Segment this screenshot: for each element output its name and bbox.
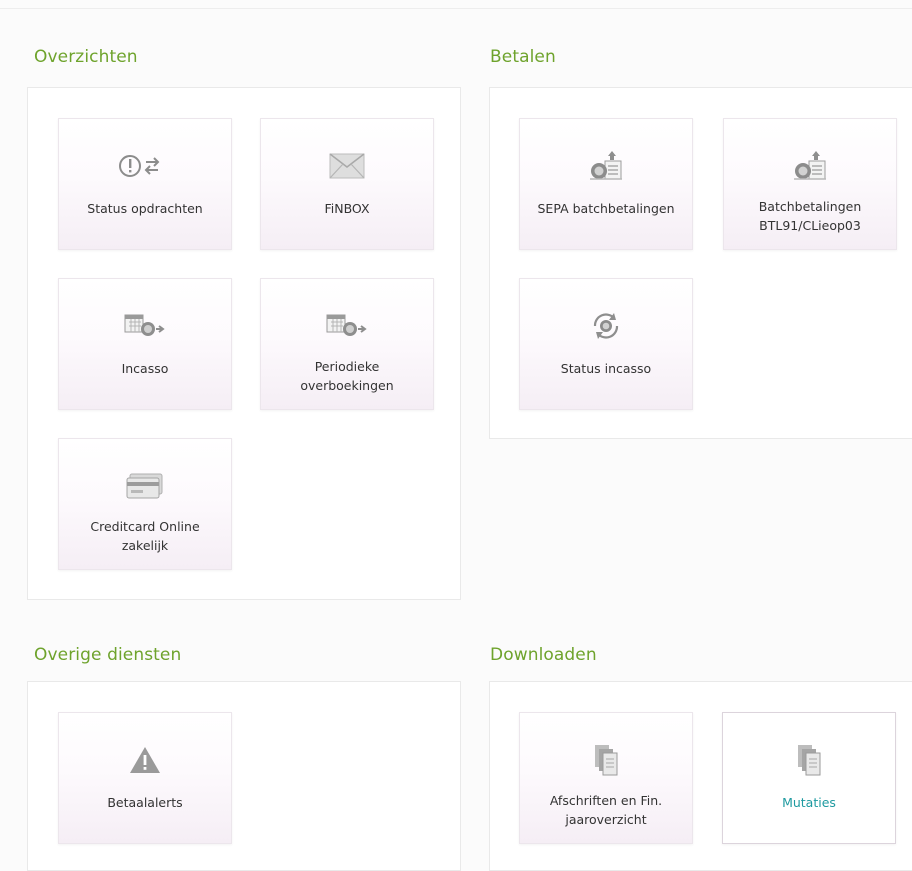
tile-incasso[interactable]: Incasso — [58, 278, 232, 410]
tile-label: Incasso — [121, 361, 169, 376]
status-exclaim-arrows-icon — [59, 149, 231, 183]
tile-status-opdrachten[interactable]: Status opdrachten — [58, 118, 232, 250]
tile-status-incasso[interactable]: Status incasso — [519, 278, 693, 410]
calendar-coin-arrow-icon — [59, 309, 231, 343]
credit-card-icon — [59, 469, 231, 503]
tile-label: FiNBOX — [324, 201, 370, 216]
tile-label: Status opdrachten — [87, 201, 203, 216]
calendar-coin-arrow-icon — [261, 309, 433, 343]
section-title-betalen: Betalen — [490, 47, 556, 67]
tile-label: Batchbetalingen BTL91/CLieop03 — [758, 199, 862, 233]
documents-stack-icon — [520, 743, 692, 777]
panel-overzichten: Status opdrachten FiNBOX Incasso Periodi… — [27, 87, 461, 600]
warning-triangle-icon — [59, 743, 231, 777]
coin-cycle-icon — [520, 309, 692, 343]
panel-downloaden: Afschriften en Fin. jaaroverzicht Mutati… — [489, 681, 912, 871]
coin-document-upload-icon — [520, 149, 692, 183]
tile-label: Periodieke overboekingen — [300, 359, 394, 393]
tile-creditcard-online[interactable]: Creditcard Online zakelijk — [58, 438, 232, 570]
tile-finbox[interactable]: FiNBOX — [260, 118, 434, 250]
envelope-icon — [261, 149, 433, 183]
top-divider — [0, 8, 912, 9]
tile-label: Creditcard Online zakelijk — [90, 519, 200, 553]
tile-betaalalerts[interactable]: Betaalalerts — [58, 712, 232, 844]
tile-afschriften-jaaroverzicht[interactable]: Afschriften en Fin. jaaroverzicht — [519, 712, 693, 844]
tile-label: Mutaties — [782, 795, 836, 810]
section-title-downloaden: Downloaden — [490, 645, 597, 665]
coin-document-upload-icon — [724, 149, 896, 183]
section-title-overige-diensten: Overige diensten — [34, 645, 182, 665]
tile-label: Status incasso — [560, 361, 652, 376]
documents-stack-icon — [723, 743, 895, 777]
tile-label: Betaalalerts — [107, 795, 183, 810]
tile-mutaties[interactable]: Mutaties — [722, 712, 896, 844]
panel-betalen: SEPA batchbetalingen Batchbetalingen BTL… — [489, 87, 912, 439]
tile-sepa-batchbetalingen[interactable]: SEPA batchbetalingen — [519, 118, 693, 250]
tile-periodieke-overboekingen[interactable]: Periodieke overboekingen — [260, 278, 434, 410]
section-title-overzichten: Overzichten — [34, 47, 138, 67]
panel-overige-diensten: Betaalalerts — [27, 681, 461, 871]
tile-batchbetalingen-btl91[interactable]: Batchbetalingen BTL91/CLieop03 — [723, 118, 897, 250]
tile-label: SEPA batchbetalingen — [537, 201, 675, 216]
tile-label: Afschriften en Fin. jaaroverzicht — [549, 793, 663, 827]
